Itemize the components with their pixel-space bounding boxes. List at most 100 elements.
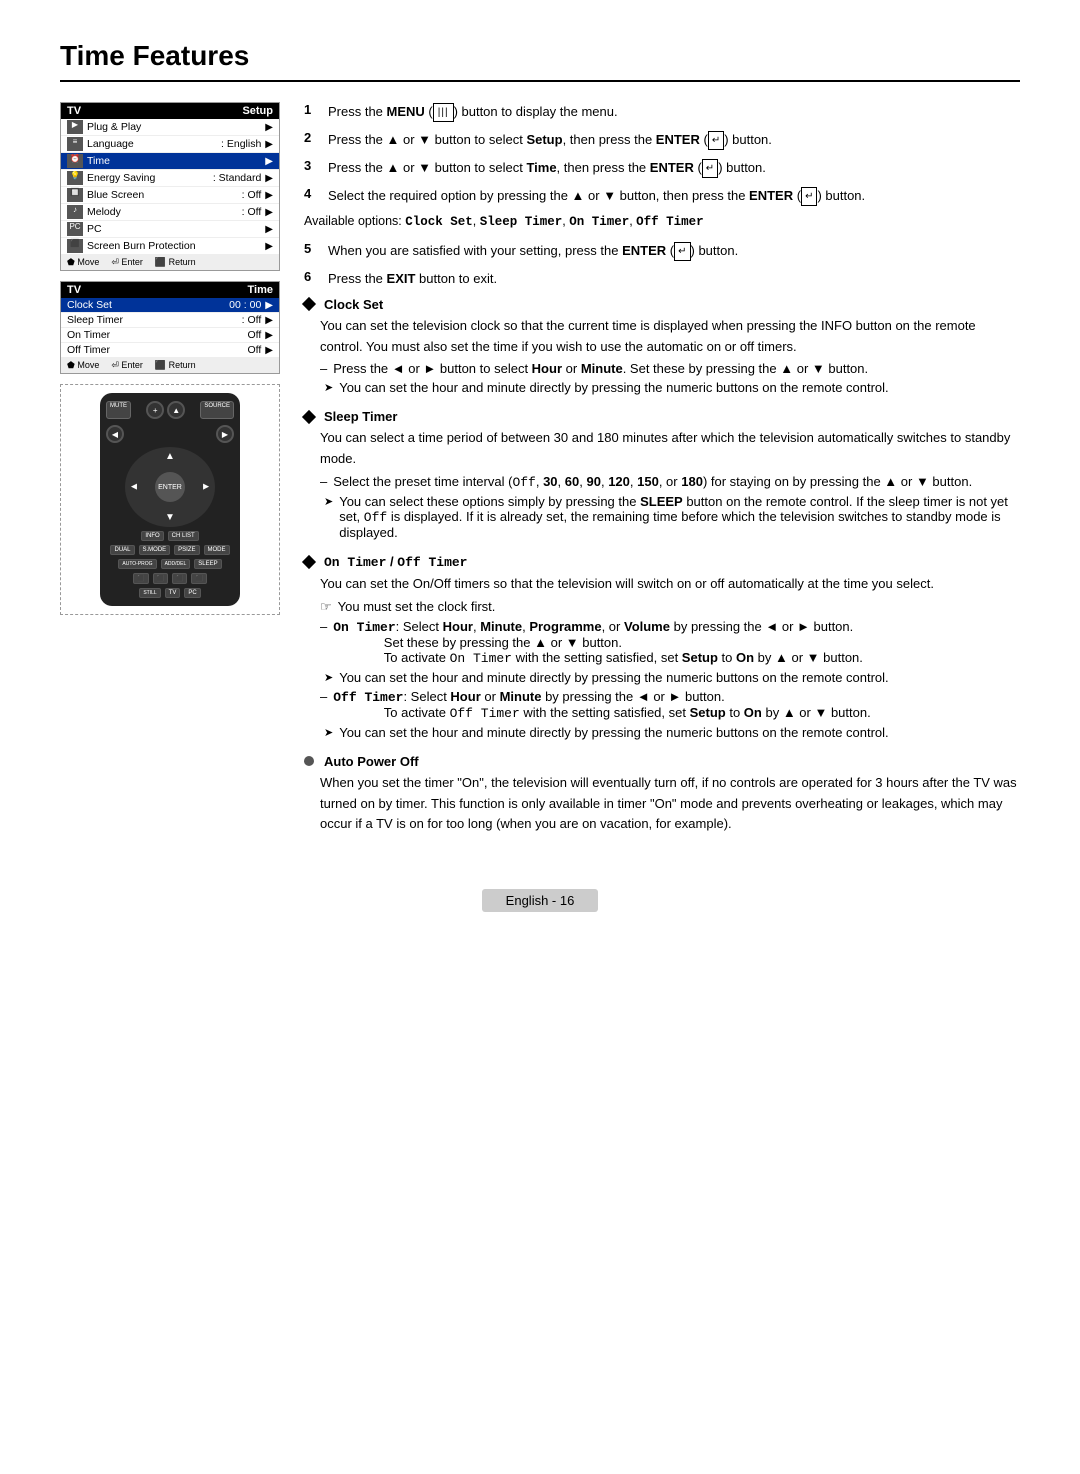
remote-still-btn: STILL <box>139 588 160 598</box>
auto-power-title: Auto Power Off <box>304 754 1020 769</box>
remote-dual-btn: DUAL <box>110 545 134 555</box>
tv-time-menu: TV Time Clock Set 00 : 00▶ Sleep Timer :… <box>60 281 280 374</box>
auto-power-body: When you set the timer "On", the televis… <box>320 773 1020 835</box>
clock-set-diamond <box>302 297 316 311</box>
tv-menu-item-plug-play: ▶Plug & Play ▶ <box>61 119 279 136</box>
left-panel: TV Setup ▶Plug & Play ▶ ≡Language : Engl… <box>60 102 280 849</box>
on-off-timer-diamond <box>302 555 316 569</box>
tv-menu-item-language: ≡Language : English▶ <box>61 136 279 153</box>
on-timer-sub: On Timer: Select Hour, Minute, Programme… <box>320 619 1020 666</box>
remote-source-btn: SOURCE <box>200 401 234 419</box>
step-3-text: Press the ▲ or ▼ button to select Time, … <box>328 158 766 178</box>
tv-menu-item-energy: 💡Energy Saving : Standard▶ <box>61 170 279 187</box>
remote-tv-btn: TV <box>165 588 181 598</box>
remote-psize-btn: PSIZE <box>174 545 199 555</box>
step-5-text: When you are satisfied with your setting… <box>328 241 738 261</box>
step-5: 5 When you are satisfied with your setti… <box>304 241 1020 261</box>
step-1-num: 1 <box>304 102 320 117</box>
section-sleep-timer: Sleep Timer You can select a time period… <box>304 409 1020 540</box>
tv-menu-item-blue-screen: 🔲Blue Screen : Off▶ <box>61 187 279 204</box>
remote-up-btn: ▲ <box>167 401 185 419</box>
clock-set-title: Clock Set <box>304 297 1020 312</box>
step-1: 1 Press the MENU (|||) button to display… <box>304 102 1020 122</box>
pc-icon: PC <box>67 222 83 236</box>
pc-arrow: ▶ <box>265 224 273 235</box>
dpad-right: ► <box>201 482 211 493</box>
remote-mode-btn: MODE <box>204 545 230 555</box>
remote-bottom-row2: ⬛ ⬛ ⬛ ⬛ <box>106 573 234 584</box>
off-timer-arrow: You can set the hour and minute directly… <box>324 725 1020 740</box>
tv-time-item-on-timer: On Timer Off▶ <box>61 328 279 343</box>
dpad-enter: ENTER <box>155 472 185 502</box>
sleep-timer-title: Sleep Timer <box>304 409 1020 424</box>
screen-burn-arrow: ▶ <box>265 241 273 252</box>
remote-mode-row: DUAL S.MODE PSIZE MODE <box>106 545 234 555</box>
step-2-text: Press the ▲ or ▼ button to select Setup,… <box>328 130 772 150</box>
remote-control-box: MUTE + ▲ SOURCE ◀ ▶ ▲ ▼ ◄ <box>60 384 280 615</box>
on-off-timer-note: You must set the clock first. <box>320 599 1020 615</box>
available-options-label: Available options: <box>304 214 402 228</box>
step-4: 4 Select the required option by pressing… <box>304 186 1020 206</box>
remote-btn-b: ⬛ <box>153 573 168 584</box>
remote-btn-c: ⬛ <box>172 573 187 584</box>
tv-time-item-off-timer: Off Timer Off▶ <box>61 343 279 358</box>
remote-autoprog-btn: AUTO-PROG <box>118 559 156 569</box>
auto-power-bullet <box>304 756 314 766</box>
language-arrow: ▶ <box>265 139 273 150</box>
tv-menu-item-time: ⏰Time ▶ <box>61 153 279 170</box>
melody-icon: ♪ <box>67 205 83 219</box>
tv-time-menu-subtitle: Time <box>248 284 273 296</box>
remote-control: MUTE + ▲ SOURCE ◀ ▶ ▲ ▼ ◄ <box>100 393 240 606</box>
step-5-num: 5 <box>304 241 320 256</box>
remote-top-row: MUTE + ▲ SOURCE <box>106 401 234 419</box>
tv-time-item-sleep-timer: Sleep Timer : Off▶ <box>61 313 279 328</box>
remote-bottom-row3: STILL TV PC <box>106 588 234 598</box>
remote-mute-btn: MUTE <box>106 401 131 419</box>
step-6-text: Press the EXIT button to exit. <box>328 269 497 289</box>
step-2-num: 2 <box>304 130 320 145</box>
tv-time-item-clock-set: Clock Set 00 : 00▶ <box>61 298 279 313</box>
remote-addel-btn: ADD/DEL <box>161 559 191 569</box>
tv-setup-menu: TV Setup ▶Plug & Play ▶ ≡Language : Engl… <box>60 102 280 271</box>
screen-burn-icon: ⬛ <box>67 239 83 253</box>
remote-left-nav: ◀ <box>106 425 124 443</box>
step-1-text: Press the MENU (|||) button to display t… <box>328 102 618 122</box>
tv-menu-item-pc: PCPC ▶ <box>61 221 279 238</box>
off-timer-sub: Off Timer: Select Hour or Minute by pres… <box>320 689 1020 721</box>
melody-arrow: ▶ <box>265 207 273 218</box>
remote-btn-a: ⬛ <box>133 573 148 584</box>
remote-plus-btn: + <box>146 401 164 419</box>
remote-info-row: INFO CH LIST <box>106 531 234 541</box>
step-6-num: 6 <box>304 269 320 284</box>
sleep-timer-sub-1: Select the preset time interval (Off, 30… <box>320 474 1020 490</box>
clock-set-sub-1: Press the ◄ or ► button to select Hour o… <box>320 361 1020 376</box>
remote-btn-d: ⬛ <box>191 573 206 584</box>
plug-play-arrow: ▶ <box>265 122 273 133</box>
right-panel: 1 Press the MENU (|||) button to display… <box>304 102 1020 849</box>
remote-pc-btn: PC <box>184 588 200 598</box>
tv-setup-menu-header: TV Setup <box>61 103 279 119</box>
section-on-off-timer: On Timer / Off Timer You can set the On/… <box>304 554 1020 740</box>
tv-menu-item-screen-burn: ⬛Screen Burn Protection ▶ <box>61 238 279 255</box>
step-3: 3 Press the ▲ or ▼ button to select Time… <box>304 158 1020 178</box>
time-arrow: ▶ <box>265 156 273 167</box>
tv-time-menu-header: TV Time <box>61 282 279 298</box>
sleep-timer-body: You can select a time period of between … <box>320 428 1020 470</box>
on-off-timer-body: You can set the On/Off timers so that th… <box>320 574 1020 595</box>
remote-dpad: ▲ ▼ ◄ ► ENTER <box>125 447 215 527</box>
tv-menu-item-melody: ♪Melody : Off▶ <box>61 204 279 221</box>
on-timer-arrow: You can set the hour and minute directly… <box>324 670 1020 685</box>
dpad-down: ▼ <box>165 512 175 523</box>
sleep-timer-diamond <box>302 410 316 424</box>
tv-setup-menu-subtitle: Setup <box>242 105 273 117</box>
sleep-timer-arrow-1: You can select these options simply by p… <box>324 494 1020 540</box>
remote-sleep-btn: SLEEP <box>194 559 221 569</box>
time-icon: ⏰ <box>67 154 83 168</box>
step-4-text: Select the required option by pressing t… <box>328 186 865 206</box>
page-title: Time Features <box>60 40 1020 82</box>
remote-smode-btn: S.MODE <box>139 545 171 555</box>
energy-arrow: ▶ <box>265 173 273 184</box>
step-2: 2 Press the ▲ or ▼ button to select Setu… <box>304 130 1020 150</box>
remote-right-nav: ▶ <box>216 425 234 443</box>
plug-play-icon: ▶ <box>67 120 83 134</box>
